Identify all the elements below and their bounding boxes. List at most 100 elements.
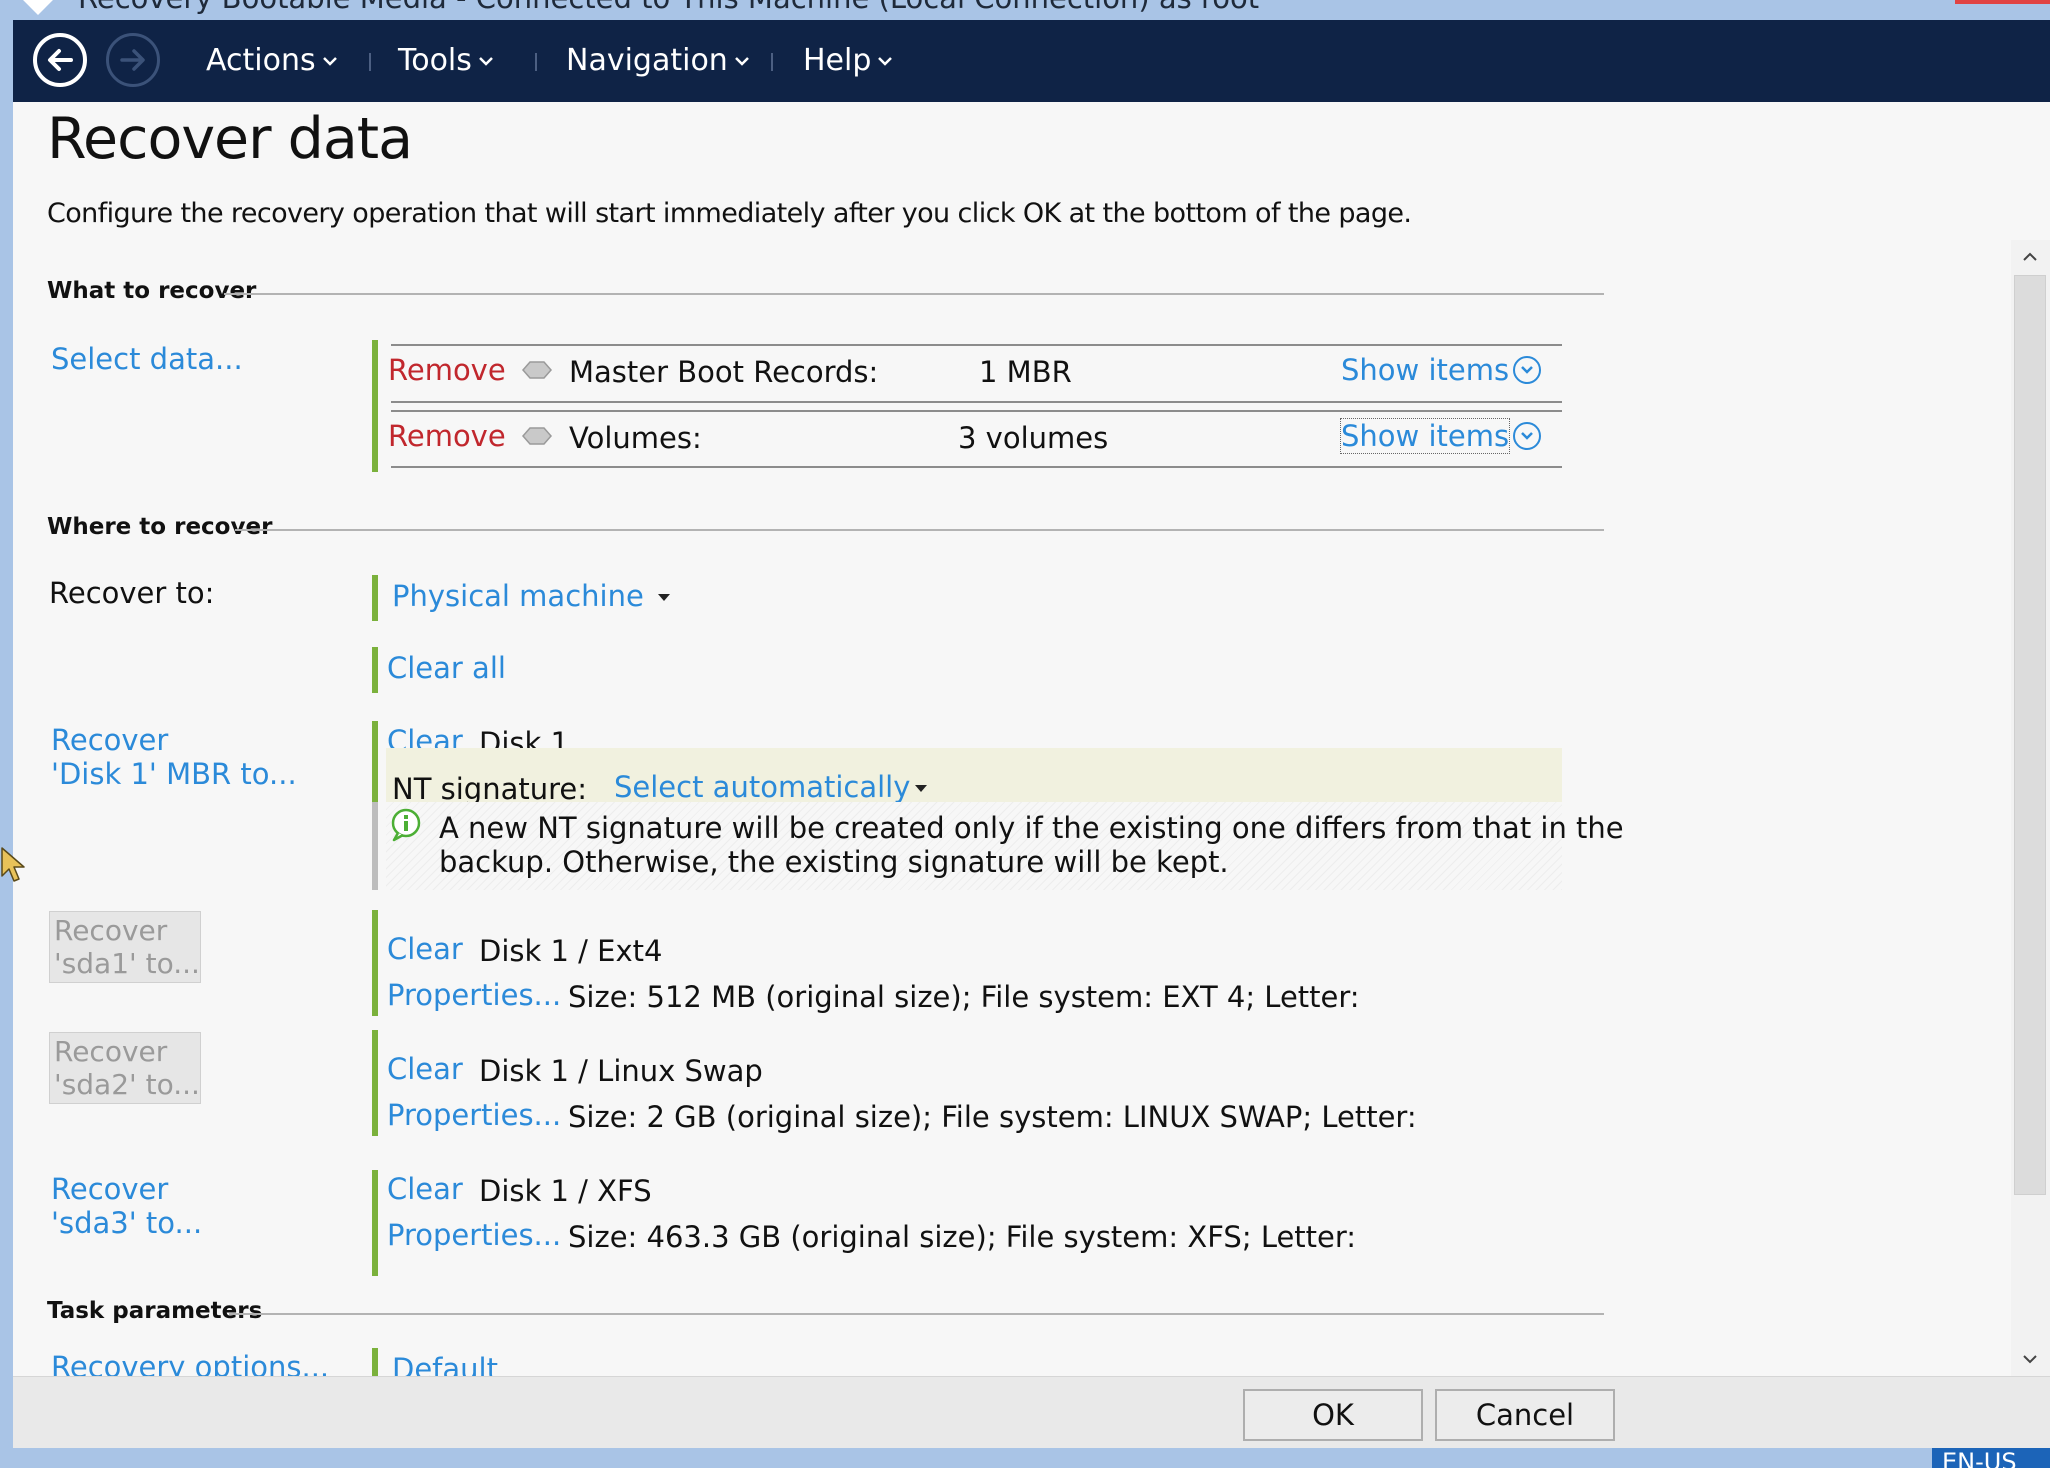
nt-signature-label: NT signature: bbox=[392, 772, 587, 806]
clear-all-link[interactable]: Clear all bbox=[387, 651, 506, 685]
arrow-left-icon bbox=[48, 49, 73, 71]
menu-separator bbox=[369, 53, 371, 71]
show-volume-items-link[interactable]: Show items bbox=[1339, 418, 1511, 454]
section-task-parameters: Task parameters bbox=[47, 1298, 263, 1324]
chevron-down-icon bbox=[479, 56, 493, 66]
row-divider bbox=[391, 344, 1562, 346]
show-mbr-items-link[interactable]: Show items bbox=[1341, 353, 1509, 387]
scroll-down-arrow[interactable] bbox=[2019, 1348, 2041, 1370]
dialog-footer: OK Cancel bbox=[13, 1376, 2050, 1448]
row-divider bbox=[391, 466, 1562, 468]
selection-accent-bar bbox=[372, 910, 378, 1016]
menu-actions[interactable]: Actions bbox=[206, 43, 338, 78]
recover-sda1-line1: Recover bbox=[54, 914, 168, 947]
row-divider bbox=[391, 410, 1562, 412]
recover-sda1-button[interactable]: Recover 'sda1' to... bbox=[49, 911, 201, 983]
info-accent-bar bbox=[372, 802, 378, 890]
remove-mbr-link[interactable]: Remove bbox=[388, 353, 506, 387]
taskbar-strip bbox=[0, 1448, 2050, 1468]
menu-actions-label: Actions bbox=[206, 43, 316, 78]
chevron-down-icon bbox=[1521, 432, 1533, 440]
volumes-label: Volumes: bbox=[569, 421, 702, 455]
mbr-item-icon bbox=[522, 361, 552, 379]
sda3-details: Size: 463.3 GB (original size); File sys… bbox=[568, 1220, 1357, 1254]
sda1-target: Disk 1 / Ext4 bbox=[479, 934, 663, 968]
back-button[interactable] bbox=[33, 33, 87, 87]
recover-sda2-button[interactable]: Recover 'sda2' to... bbox=[49, 1032, 201, 1104]
sda3-target: Disk 1 / XFS bbox=[479, 1174, 652, 1208]
section-divider bbox=[224, 293, 1604, 295]
recover-mbr-link-line2[interactable]: 'Disk 1' MBR to... bbox=[51, 757, 297, 791]
clear-sda1-link[interactable]: Clear bbox=[387, 932, 463, 966]
scroll-up-arrow[interactable] bbox=[2019, 246, 2041, 268]
menu-navigation-label: Navigation bbox=[566, 43, 728, 78]
menu-tools[interactable]: Tools bbox=[398, 43, 494, 78]
sda3-properties-link[interactable]: Properties... bbox=[387, 1218, 561, 1252]
nt-info-text-line1: A new NT signature will be created only … bbox=[439, 811, 1624, 845]
arrow-right-icon bbox=[120, 49, 145, 71]
sda1-details: Size: 512 MB (original size); File syste… bbox=[568, 980, 1360, 1014]
top-navigation-bar: Actions Tools Navigation Help bbox=[13, 20, 2050, 102]
menu-help-label: Help bbox=[803, 43, 872, 78]
sda2-properties-link[interactable]: Properties... bbox=[387, 1098, 561, 1132]
section-divider bbox=[235, 529, 1604, 531]
sda2-details: Size: 2 GB (original size); File system:… bbox=[568, 1100, 1417, 1134]
chevron-down-icon bbox=[734, 56, 749, 66]
recover-sda3-link-line2[interactable]: 'sda3' to... bbox=[51, 1206, 202, 1240]
dropdown-caret-icon[interactable] bbox=[658, 594, 670, 601]
mbr-label: Master Boot Records: bbox=[569, 355, 879, 389]
forward-button[interactable] bbox=[106, 33, 160, 87]
select-data-link[interactable]: Select data... bbox=[51, 342, 243, 376]
sda1-properties-link[interactable]: Properties... bbox=[387, 978, 561, 1012]
recover-sda1-line2: 'sda1' to... bbox=[54, 947, 200, 980]
nt-signature-dropdown[interactable]: Select automatically bbox=[614, 770, 910, 804]
app-icon bbox=[21, 0, 55, 15]
recover-sda3-link-line1[interactable]: Recover bbox=[51, 1172, 168, 1206]
ok-button[interactable]: OK bbox=[1243, 1389, 1423, 1441]
selection-accent-bar bbox=[372, 721, 378, 802]
mbr-count: 1 MBR bbox=[979, 355, 1072, 389]
menu-tools-label: Tools bbox=[398, 43, 472, 78]
page-title: Recover data bbox=[47, 106, 413, 172]
menu-separator bbox=[771, 53, 773, 71]
clear-sda3-link[interactable]: Clear bbox=[387, 1172, 463, 1206]
selection-accent-bar bbox=[372, 1348, 378, 1378]
volume-item-icon bbox=[522, 427, 552, 445]
sda2-target: Disk 1 / Linux Swap bbox=[479, 1054, 763, 1088]
window-title: Recovery Bootable Media - Connected to T… bbox=[78, 0, 1259, 15]
dropdown-caret-icon[interactable] bbox=[915, 785, 927, 792]
recover-sda2-line2: 'sda2' to... bbox=[54, 1068, 200, 1101]
recover-mbr-link-line1[interactable]: Recover bbox=[51, 723, 168, 757]
selection-accent-bar bbox=[372, 575, 378, 621]
scrollbar-thumb[interactable] bbox=[2014, 275, 2046, 1195]
chevron-down-icon bbox=[2023, 1355, 2037, 1364]
cancel-button[interactable]: Cancel bbox=[1435, 1389, 1615, 1441]
recover-sda2-line1: Recover bbox=[54, 1035, 168, 1068]
volumes-count: 3 volumes bbox=[958, 421, 1109, 455]
window-close-button[interactable] bbox=[1955, 0, 2050, 4]
mouse-cursor-icon bbox=[1, 847, 25, 882]
window-title-bar: Recovery Bootable Media - Connected to T… bbox=[0, 0, 2050, 20]
chevron-down-icon bbox=[1521, 366, 1533, 374]
section-what-to-recover: What to recover bbox=[47, 278, 257, 304]
app-window: Actions Tools Navigation Help Recover da… bbox=[13, 20, 2050, 1448]
selection-accent-bar bbox=[372, 1170, 378, 1276]
chevron-down-icon bbox=[322, 56, 337, 66]
expand-volumes-button[interactable] bbox=[1513, 422, 1541, 450]
chevron-up-icon bbox=[2023, 252, 2037, 261]
language-indicator[interactable]: EN-US bbox=[1932, 1448, 2050, 1468]
menu-navigation[interactable]: Navigation bbox=[566, 43, 750, 78]
row-divider bbox=[391, 401, 1562, 403]
menu-help[interactable]: Help bbox=[803, 43, 893, 78]
chevron-down-icon bbox=[878, 56, 893, 66]
recover-to-label: Recover to: bbox=[49, 576, 215, 610]
expand-mbr-button[interactable] bbox=[1513, 356, 1541, 384]
selection-accent-bar bbox=[372, 1030, 378, 1136]
clear-sda2-link[interactable]: Clear bbox=[387, 1052, 463, 1086]
selection-accent-bar bbox=[372, 340, 378, 472]
info-icon bbox=[391, 808, 421, 842]
recover-to-dropdown[interactable]: Physical machine bbox=[392, 579, 644, 613]
page-description: Configure the recovery operation that wi… bbox=[47, 198, 1412, 229]
nt-info-text-line2: backup. Otherwise, the existing signatur… bbox=[439, 845, 1229, 879]
remove-volumes-link[interactable]: Remove bbox=[388, 419, 506, 453]
